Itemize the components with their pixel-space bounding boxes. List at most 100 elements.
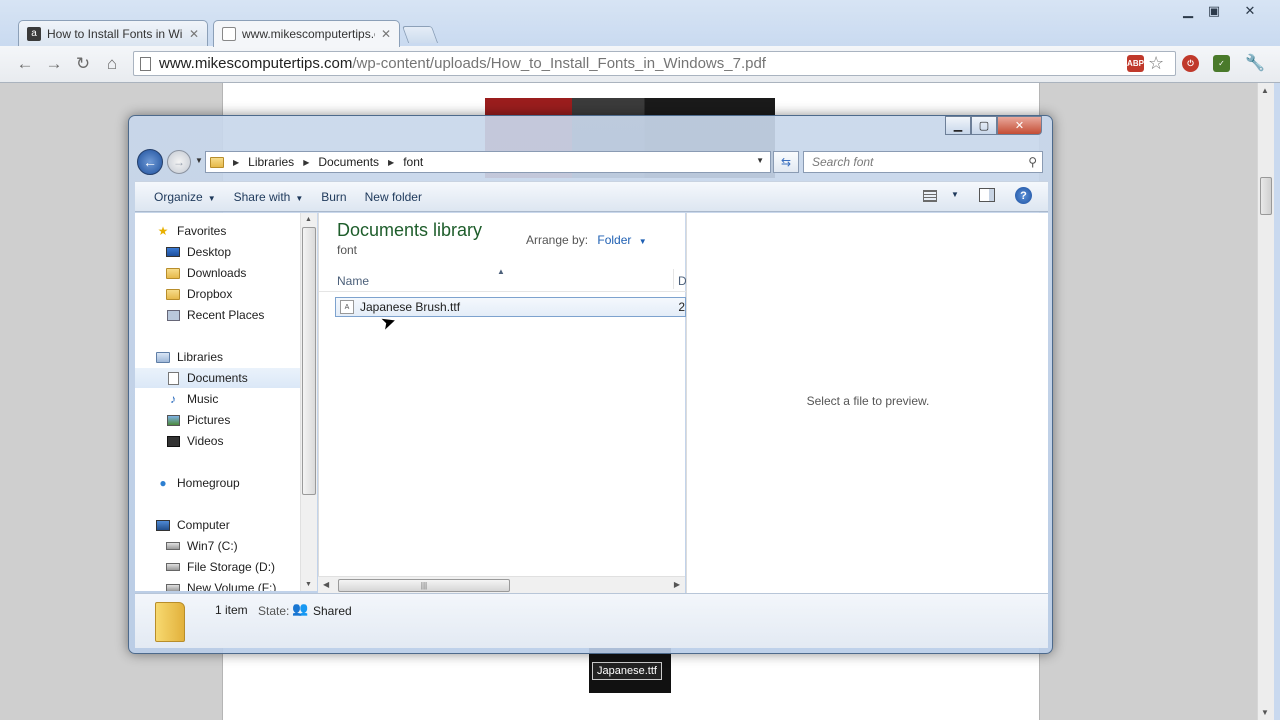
- home-icon[interactable]: ⌂: [101, 54, 123, 74]
- nav-recent-places[interactable]: Recent Places: [135, 305, 300, 325]
- chevron-down-icon[interactable]: ▼: [639, 237, 647, 246]
- forward-arrow-icon[interactable]: →: [43, 54, 65, 74]
- chevron-down-icon: ▼: [207, 193, 216, 203]
- scrollbar-thumb[interactable]: [1260, 177, 1272, 215]
- recent-pages-dropdown-icon[interactable]: ▼: [195, 156, 203, 165]
- close-window-icon[interactable]: ✕: [1238, 3, 1262, 19]
- nav-drive-d[interactable]: File Storage (D:): [135, 557, 300, 577]
- burn-button[interactable]: Burn: [312, 190, 355, 204]
- nav-drive-c[interactable]: Win7 (C:): [135, 536, 300, 556]
- scroll-down-icon[interactable]: ▼: [1261, 708, 1269, 717]
- state-value: Shared: [313, 604, 352, 618]
- organize-button[interactable]: Organize ▼: [145, 190, 225, 204]
- extension-icon[interactable]: ✓: [1213, 55, 1230, 72]
- tab-mikescomputertips[interactable]: www.mikescomputertips.c ✕: [213, 20, 400, 47]
- nav-libraries[interactable]: Libraries: [135, 347, 300, 367]
- close-icon[interactable]: ✕: [189, 27, 199, 41]
- sort-ascending-icon: ▲: [497, 267, 505, 276]
- breadcrumb-libraries[interactable]: Libraries: [248, 155, 294, 169]
- maximize-icon[interactable]: ▣: [1202, 3, 1226, 19]
- chevron-down-icon: ▼: [295, 193, 304, 203]
- chevron-right-icon[interactable]: ▶: [303, 158, 309, 167]
- nav-scrollbar[interactable]: ▲ ▼: [300, 213, 317, 591]
- preview-message: Select a file to preview.: [806, 394, 930, 408]
- minimize-icon[interactable]: ▁: [1176, 3, 1200, 19]
- font-file-icon: A: [340, 300, 354, 314]
- minimize-icon[interactable]: ▁: [945, 116, 971, 135]
- tab-title: How to Install Fonts in Win: [47, 26, 183, 41]
- chevron-right-icon[interactable]: ▶: [233, 158, 239, 167]
- bookmark-star-icon[interactable]: ☆: [1148, 53, 1164, 74]
- tab-install-fonts[interactable]: a How to Install Fonts in Win ✕: [18, 20, 208, 46]
- reload-icon[interactable]: ↻: [72, 54, 94, 74]
- nav-favorites[interactable]: ★ Favorites: [135, 221, 300, 241]
- page-scrollbar[interactable]: ▲ ▼: [1257, 83, 1274, 720]
- breadcrumb-documents[interactable]: Documents: [318, 155, 379, 169]
- chevron-down-icon[interactable]: ▼: [951, 190, 959, 199]
- share-with-button[interactable]: Share with ▼: [225, 190, 313, 204]
- nav-label: Computer: [177, 518, 230, 532]
- chevron-right-icon[interactable]: ▶: [388, 158, 394, 167]
- adblock-icon[interactable]: ABP: [1127, 55, 1144, 72]
- preview-pane-icon[interactable]: [979, 188, 995, 202]
- nav-dropbox[interactable]: Dropbox: [135, 284, 300, 304]
- breadcrumb-font[interactable]: font: [403, 155, 423, 169]
- nav-homegroup[interactable]: ● Homegroup: [135, 473, 300, 493]
- new-tab-button[interactable]: [401, 26, 439, 43]
- scroll-up-icon[interactable]: ▲: [1261, 86, 1269, 95]
- browser-toolbar: a How to Install Fonts in Win ✕ www.mike…: [0, 0, 1280, 83]
- chevron-down-icon[interactable]: ▼: [756, 156, 764, 165]
- state-label: State:: [258, 604, 290, 618]
- back-arrow-icon[interactable]: ←: [137, 149, 163, 175]
- arrange-by-dropdown[interactable]: Folder: [597, 233, 631, 247]
- folder-icon: [155, 602, 185, 642]
- desktop-icon: [165, 245, 181, 259]
- scroll-down-icon[interactable]: ▼: [305, 581, 312, 588]
- nav-computer[interactable]: Computer: [135, 515, 300, 535]
- column-name[interactable]: Name: [337, 274, 369, 288]
- refresh-icon[interactable]: ⇆: [773, 151, 799, 173]
- nav-label: New Volume (F:): [187, 581, 277, 591]
- forward-arrow-icon[interactable]: →: [167, 150, 191, 174]
- back-arrow-icon[interactable]: ←: [14, 54, 36, 74]
- scroll-left-icon[interactable]: ◀: [323, 580, 329, 589]
- horizontal-scrollbar[interactable]: ◀ ||| ▶: [318, 576, 685, 593]
- nav-documents[interactable]: Documents: [135, 368, 300, 388]
- homegroup-icon: ●: [159, 476, 167, 490]
- close-icon[interactable]: ✕: [381, 27, 391, 41]
- nav-downloads[interactable]: Downloads: [135, 263, 300, 283]
- nav-desktop[interactable]: Desktop: [135, 242, 300, 262]
- scrollbar-thumb[interactable]: |||: [338, 579, 510, 592]
- address-bar[interactable]: www.mikescomputertips.com /wp-content/up…: [133, 51, 1176, 76]
- view-options-icon[interactable]: [923, 190, 937, 202]
- explorer-address-bar[interactable]: ▶ Libraries ▶ Documents ▶ font ▼: [205, 151, 771, 173]
- nav-label: Music: [187, 392, 219, 406]
- search-input[interactable]: Search font ⚲: [803, 151, 1043, 173]
- nav-label: Videos: [187, 434, 224, 448]
- help-icon[interactable]: ?: [1015, 187, 1032, 204]
- nav-drive-f[interactable]: New Volume (F:): [135, 578, 300, 591]
- scroll-right-icon[interactable]: ▶: [674, 580, 680, 589]
- maximize-icon[interactable]: ▢: [971, 116, 997, 135]
- music-icon: ♪: [170, 392, 176, 406]
- nav-label: Favorites: [177, 224, 227, 238]
- url-path: /wp-content/uploads/How_to_Install_Fonts…: [352, 55, 766, 72]
- videos-icon: [165, 434, 181, 448]
- documents-icon: [165, 371, 181, 385]
- stop-icon[interactable]: ⏻: [1182, 55, 1199, 72]
- organize-label: Organize: [154, 189, 203, 204]
- scrollbar-thumb[interactable]: [302, 227, 316, 495]
- nav-videos[interactable]: Videos: [135, 431, 300, 451]
- page-icon: [140, 56, 151, 71]
- nav-pictures[interactable]: Pictures: [135, 410, 300, 430]
- close-icon[interactable]: ✕: [997, 116, 1042, 135]
- nav-label: Documents: [187, 371, 248, 385]
- drive-icon: [165, 539, 181, 553]
- new-folder-button[interactable]: New folder: [356, 190, 431, 204]
- column-divider[interactable]: [673, 269, 674, 289]
- search-icon[interactable]: ⚲: [1028, 155, 1037, 169]
- scroll-up-icon[interactable]: ▲: [305, 216, 312, 223]
- nav-music[interactable]: ♪ Music: [135, 389, 300, 409]
- wrench-icon[interactable]: 🔧: [1245, 53, 1265, 73]
- page-icon: [222, 27, 236, 41]
